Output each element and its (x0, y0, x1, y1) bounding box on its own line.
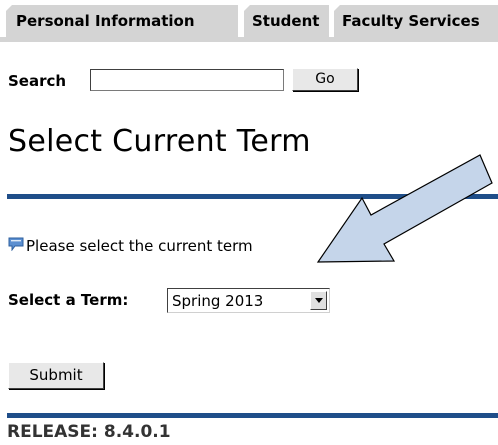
tab-bar: Personal Information Student Faculty Ser… (0, 0, 498, 44)
info-message: Please select the current term (26, 237, 253, 255)
footer-divider (7, 413, 498, 418)
search-input[interactable] (90, 69, 284, 91)
tab-personal-information[interactable]: Personal Information (6, 5, 238, 37)
page-title: Select Current Term (8, 124, 311, 159)
search-label: Search (8, 72, 67, 90)
tab-student[interactable]: Student (244, 5, 329, 37)
release-version: RELEASE: 8.4.0.1 (7, 422, 171, 442)
header-divider (7, 194, 498, 199)
term-selected-value: Spring 2013 (172, 292, 264, 310)
tab-bar-underline (0, 37, 498, 42)
go-button[interactable]: Go (292, 68, 358, 91)
dropdown-arrow-icon[interactable] (310, 291, 327, 310)
term-select[interactable]: Spring 2013 (167, 288, 330, 313)
term-label: Select a Term: (8, 291, 129, 309)
tab-faculty-services[interactable]: Faculty Services (334, 5, 498, 37)
submit-button[interactable]: Submit (8, 362, 104, 389)
info-comment-icon (8, 236, 24, 252)
